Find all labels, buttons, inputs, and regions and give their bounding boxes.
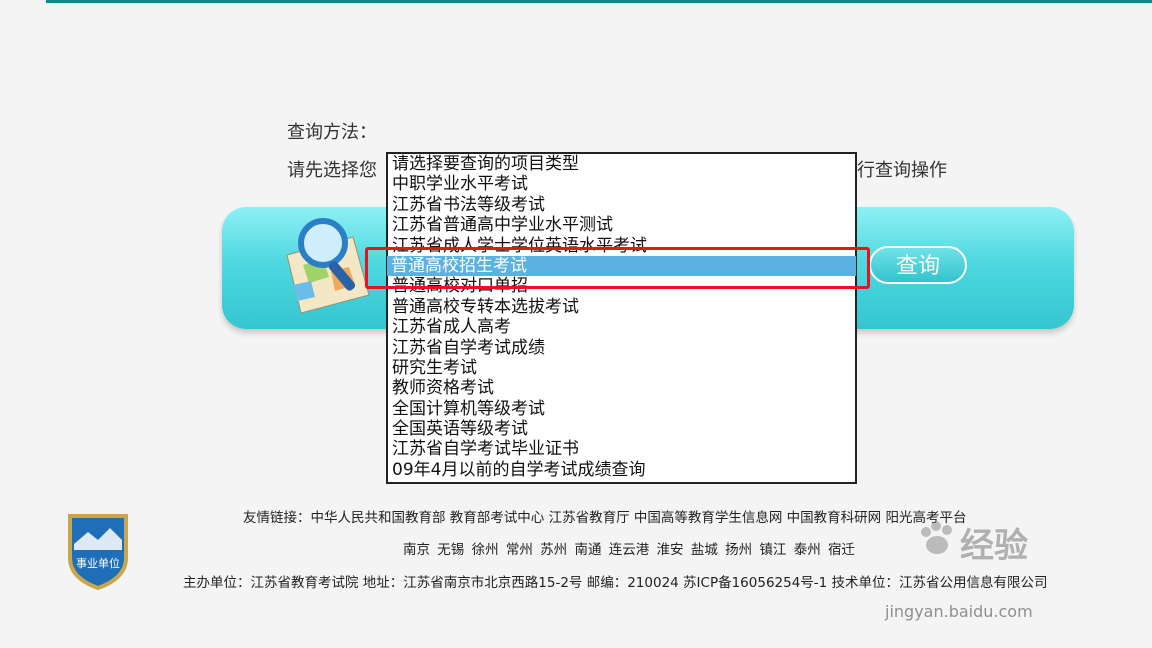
top-accent-bar: [46, 0, 1152, 3]
watermark-url: jingyan.baidu.com: [885, 602, 1033, 621]
query-method-instruction-start: 请先选择您: [287, 160, 377, 181]
dropdown-option[interactable]: 江苏省普通高中学业水平测试: [388, 215, 855, 235]
paw-logo-icon: [921, 521, 952, 554]
dropdown-option[interactable]: 研究生考试: [388, 358, 855, 378]
dropdown-option[interactable]: 请选择要查询的项目类型: [388, 154, 855, 174]
dropdown-option[interactable]: 中职学业水平考试: [388, 174, 855, 194]
public-institution-badge[interactable]: 事业单位: [64, 510, 132, 590]
site-info: 主办单位：江苏省教育考试院 地址：江苏省南京市北京西路15-2号 邮编：2100…: [183, 575, 1048, 591]
dropdown-option[interactable]: 江苏省自学考试毕业证书: [388, 439, 855, 459]
dropdown-option[interactable]: 普通高校专转本选拔考试: [388, 297, 855, 317]
city-links[interactable]: 南京 无锡 徐州 常州 苏州 南通 连云港 淮安 盐城 扬州 镇江 泰州 宿迁: [403, 538, 855, 558]
friendly-links[interactable]: 友情链接：中华人民共和国教育部 教育部考试中心 江苏省教育厅 中国高等教育学生信…: [243, 506, 966, 526]
dropdown-option[interactable]: 09年4月以前的自学考试成绩查询: [388, 460, 855, 480]
query-button[interactable]: 查询: [869, 246, 967, 284]
dropdown-option[interactable]: 全国英语等级考试: [388, 419, 855, 439]
dropdown-option[interactable]: 全国计算机等级考试: [388, 399, 855, 419]
dropdown-option[interactable]: 江苏省自学考试成绩: [388, 338, 855, 358]
watermark-text: 经验: [960, 526, 1028, 566]
annotation-highlight-box: [365, 247, 870, 289]
exam-type-dropdown-list[interactable]: 请选择要查询的项目类型 中职学业水平考试 江苏省书法等级考试 江苏省普通高中学业…: [386, 152, 857, 484]
dropdown-option[interactable]: 江苏省成人高考: [388, 317, 855, 337]
query-method-title: 查询方法：: [287, 122, 377, 143]
dropdown-option[interactable]: 江苏省书法等级考试: [388, 195, 855, 215]
badge-label: 事业单位: [76, 556, 120, 570]
query-method-instruction-end: 行查询操作: [857, 160, 947, 181]
map-search-icon: [286, 218, 370, 314]
dropdown-option[interactable]: 教师资格考试: [388, 378, 855, 398]
